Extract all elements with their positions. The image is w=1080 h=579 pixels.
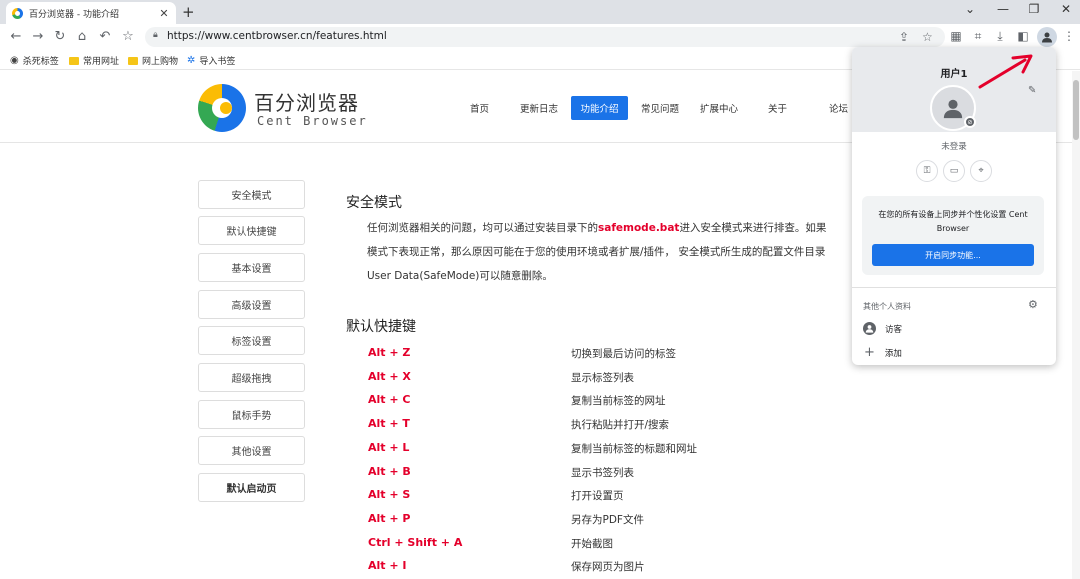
sync-promo-box: 在您的所有设备上同步并个性化设置 Cent Browser 开启同步功能... <box>862 196 1044 275</box>
safe-mode-heading: 安全模式 <box>346 195 402 211</box>
nav-forum[interactable]: 论坛 <box>829 101 848 115</box>
menu-safe-mode[interactable]: 安全模式 <box>198 180 305 209</box>
sign-in-status: 未登录 <box>941 142 967 152</box>
addresses-location-icon[interactable]: ⌖ <box>970 160 992 182</box>
manage-profiles-gear-icon[interactable]: ⚙ <box>1028 298 1038 311</box>
shortcut-key: Alt + P <box>368 512 411 525</box>
tab-close-icon[interactable]: ✕ <box>158 7 170 20</box>
crop-screenshot-icon[interactable]: ⌗ <box>970 29 986 44</box>
annotation-arrow-icon <box>978 54 1033 89</box>
tab-search-chevron-icon[interactable]: ⌄ <box>960 2 980 16</box>
shortcut-key: Alt + B <box>368 465 411 478</box>
shortcut-desc: 显示书签列表 <box>571 467 634 479</box>
shortcut-key: Alt + T <box>368 417 410 430</box>
browser-tab[interactable]: 百分浏览器 - 功能介绍 ✕ <box>6 2 176 24</box>
nav-extensions[interactable]: 扩展中心 <box>700 101 738 115</box>
shortcut-desc: 开始截图 <box>571 538 613 550</box>
add-profile-row[interactable]: + 添加 <box>864 345 902 360</box>
other-profiles-label: 其他个人资料 <box>863 302 911 311</box>
folder-icon <box>69 56 79 65</box>
download-icon[interactable]: ⤓ <box>992 29 1008 44</box>
folder-icon <box>128 56 138 65</box>
popup-divider <box>852 287 1056 288</box>
passwords-key-icon[interactable]: ⚿ <box>916 160 938 182</box>
url-text: https://www.centbrowser.cn/features.html <box>167 30 387 42</box>
nav-home[interactable]: 首页 <box>470 101 489 115</box>
kill-tab-icon: ◉ <box>10 55 19 66</box>
menu-advanced-settings[interactable]: 高级设置 <box>198 290 305 319</box>
bookmark-folder[interactable]: 常用网址 <box>69 54 119 67</box>
nav-about[interactable]: 关于 <box>768 101 787 115</box>
nav-changelog[interactable]: 更新日志 <box>520 101 558 115</box>
logo-cn-text[interactable]: 百分浏览器 <box>254 87 359 116</box>
shortcut-key: Alt + S <box>368 488 411 501</box>
sync-promo-text: 在您的所有设备上同步并个性化设置 Cent Browser <box>878 210 1028 233</box>
shortcut-key: Alt + C <box>368 393 411 406</box>
import-gear-icon: ✲ <box>187 55 196 66</box>
person-icon <box>1042 32 1052 43</box>
guest-profile-row[interactable]: 访客 <box>863 322 902 335</box>
bookmark-folder[interactable]: 网上购物 <box>128 54 178 67</box>
shortcut-desc: 执行粘贴并打开/搜索 <box>571 419 670 431</box>
tab-strip: 百分浏览器 - 功能介绍 ✕ + ⌄ — ❐ ✕ <box>0 0 1080 24</box>
safe-mode-paragraph: 任何浏览器相关的问题，均可以通过安装目录下的safemode.bat进入安全模式… <box>367 222 827 282</box>
reload-icon[interactable]: ↻ <box>52 29 68 44</box>
guest-person-icon <box>863 322 876 335</box>
menu-tab-settings[interactable]: 标签设置 <box>198 326 305 355</box>
shortcut-key: Alt + X <box>368 370 411 383</box>
shortcut-desc: 切换到最后访问的标签 <box>571 348 676 360</box>
menu-mouse-gesture[interactable]: 鼠标手势 <box>198 400 305 429</box>
shortcut-desc: 另存为PDF文件 <box>571 514 644 526</box>
logo-en-text[interactable]: Cent Browser <box>257 114 368 128</box>
bookmark-star-icon[interactable]: ☆ <box>120 29 136 44</box>
bookmark-item[interactable]: ◉ 杀死标签 <box>10 54 59 67</box>
sync-off-badge-icon: ⊘ <box>964 116 976 128</box>
shortcut-key: Alt + Z <box>368 346 411 359</box>
nav-features-active[interactable]: 功能介绍 <box>571 96 628 120</box>
undo-close-tab-icon[interactable]: ↶ <box>97 29 113 44</box>
shortcut-key: Alt + L <box>368 441 410 454</box>
shortcut-desc: 复制当前标签的标题和网址 <box>571 443 697 455</box>
cent-browser-favicon-icon <box>12 7 23 19</box>
new-tab-plus-icon[interactable]: + <box>182 3 195 21</box>
lock-icon[interactable]: 🔒︎ <box>153 30 158 40</box>
minimize-icon[interactable]: — <box>993 2 1013 16</box>
page-scrollbar[interactable] <box>1072 71 1080 579</box>
profile-popup: 用户1 ✎ ⊘ 未登录 ⚿ ▭ ⌖ 在您的所有设备上同步并个性化设置 Cent … <box>852 47 1056 365</box>
turn-on-sync-button[interactable]: 开启同步功能... <box>872 244 1034 266</box>
back-icon[interactable]: ← <box>8 29 24 44</box>
tab-title: 百分浏览器 - 功能介绍 <box>29 9 119 20</box>
nav-faq[interactable]: 常见问题 <box>641 101 679 115</box>
menu-super-drag[interactable]: 超级拖拽 <box>198 363 305 392</box>
shortcut-desc: 打开设置页 <box>571 490 624 502</box>
shortcut-key: Ctrl + Shift + A <box>368 536 463 549</box>
safemode-file-highlight: safemode.bat <box>598 222 680 234</box>
home-icon[interactable]: ⌂ <box>74 29 90 44</box>
shortcut-desc: 保存网页为图片 <box>571 561 645 573</box>
menu-default-startup[interactable]: 默认启动页 <box>198 473 305 502</box>
restore-icon[interactable]: ❐ <box>1024 2 1044 16</box>
forward-icon[interactable]: → <box>30 29 46 44</box>
menu-shortcuts[interactable]: 默认快捷键 <box>198 216 305 245</box>
cent-browser-logo-icon[interactable] <box>198 84 246 132</box>
bookmark-page-star-icon[interactable]: ☆ <box>922 30 933 44</box>
add-plus-icon: + <box>864 345 875 360</box>
menu-other-settings[interactable]: 其他设置 <box>198 436 305 465</box>
page-scrollbar-thumb[interactable] <box>1073 80 1079 140</box>
share-icon[interactable]: ⇪ <box>899 30 909 44</box>
shortcut-key: Alt + I <box>368 559 407 572</box>
extensions-grid-icon[interactable]: ▦ <box>948 29 964 43</box>
menu-dots-icon[interactable]: ⋮ <box>1061 29 1077 43</box>
profile-avatar-button[interactable] <box>1037 27 1057 47</box>
shortcut-desc: 显示标签列表 <box>571 372 634 384</box>
shortcuts-heading: 默认快捷键 <box>346 319 416 335</box>
address-bar[interactable]: 🔒︎ https://www.centbrowser.cn/features.h… <box>145 27 945 47</box>
bookmark-item[interactable]: ✲ 导入书签 <box>187 54 235 67</box>
person-icon <box>943 99 963 119</box>
payment-card-icon[interactable]: ▭ <box>943 160 965 182</box>
shortcut-desc: 复制当前标签的网址 <box>571 395 666 407</box>
window-close-icon[interactable]: ✕ <box>1056 2 1076 16</box>
side-panel-icon[interactable]: ◧ <box>1015 29 1031 43</box>
menu-basic-settings[interactable]: 基本设置 <box>198 253 305 282</box>
